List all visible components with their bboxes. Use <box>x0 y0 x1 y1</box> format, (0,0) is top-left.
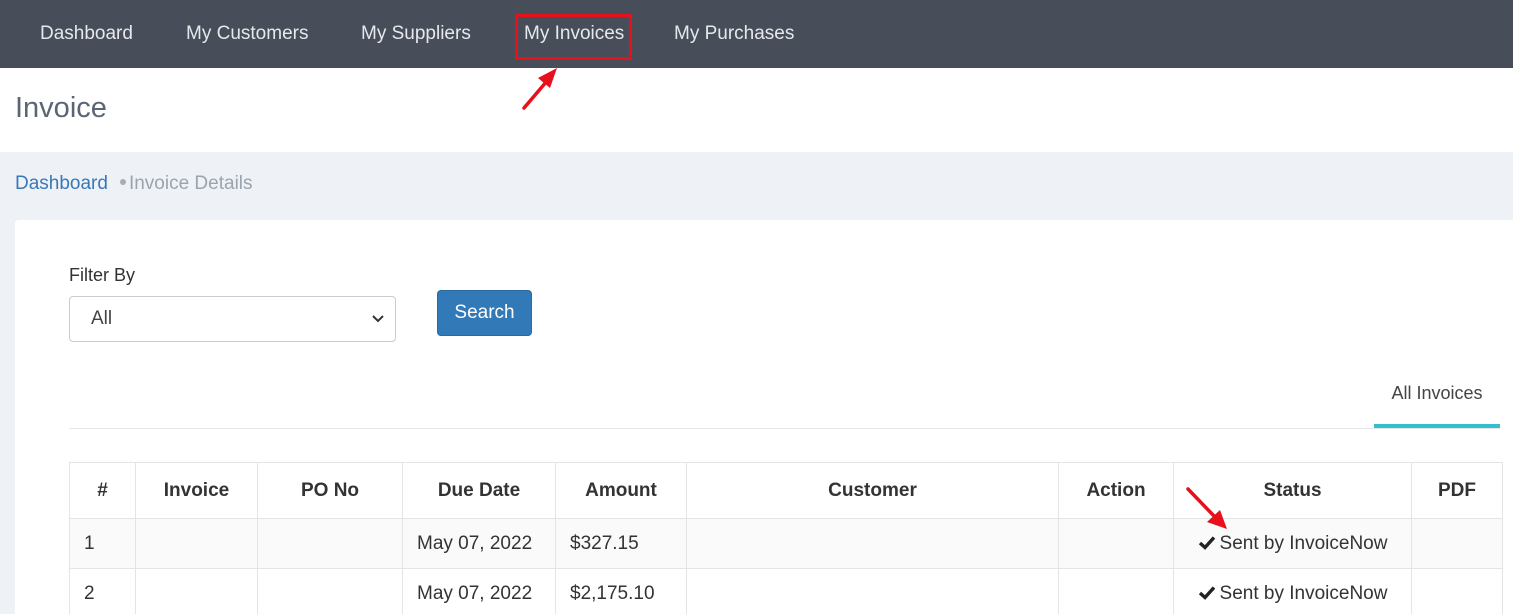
breadcrumb-dashboard-link[interactable]: Dashboard <box>15 173 108 194</box>
pdf-cell[interactable] <box>1411 568 1503 614</box>
nav-item-my-purchases[interactable]: My Purchases <box>674 0 794 68</box>
checkmark-icon <box>1198 533 1216 555</box>
tab-all-invoices[interactable]: All Invoices <box>1374 375 1500 428</box>
column-header-invoice[interactable]: Invoice <box>135 462 258 519</box>
annotation-highlight-box <box>515 14 632 60</box>
search-button[interactable]: Search <box>437 290 532 336</box>
amount-cell: $2,175.10 <box>555 568 687 614</box>
status-text: Sent by InvoiceNow <box>1219 582 1388 604</box>
customer-cell <box>686 518 1059 569</box>
top-navbar: Dashboard My Customers My Suppliers My I… <box>0 0 1513 68</box>
status-cell: Sent by InvoiceNow <box>1173 518 1412 569</box>
table-row[interactable]: 1 May 07, 2022 $327.15 Sent by InvoiceNo… <box>69 518 1503 569</box>
due-date-cell: May 07, 2022 <box>402 518 556 569</box>
customer-cell <box>686 568 1059 614</box>
table-row[interactable]: 2 May 07, 2022 $2,175.10 Sent by Invoice… <box>69 568 1503 614</box>
invoice-cell <box>135 518 258 569</box>
tabs-divider <box>69 428 1500 429</box>
amount-cell: $327.15 <box>555 518 687 569</box>
row-number: 2 <box>69 568 136 614</box>
table-header-row: # Invoice PO No Due Date Amount Customer… <box>69 462 1503 519</box>
breadcrumb-separator-dot <box>119 179 126 186</box>
nav-item-dashboard[interactable]: Dashboard <box>40 0 133 68</box>
filter-by-label: Filter By <box>69 265 136 285</box>
status-text: Sent by InvoiceNow <box>1219 532 1388 554</box>
nav-item-my-suppliers[interactable]: My Suppliers <box>361 0 471 68</box>
row-number: 1 <box>69 518 136 569</box>
breadcrumb-current: Invoice Details <box>128 173 253 194</box>
po-no-cell <box>257 518 403 569</box>
column-header-status[interactable]: Status <box>1173 462 1412 519</box>
po-no-cell <box>257 568 403 614</box>
column-header-due-date[interactable]: Due Date <box>402 462 556 519</box>
due-date-cell: May 07, 2022 <box>402 568 556 614</box>
column-header-amount[interactable]: Amount <box>555 462 687 519</box>
breadcrumb: Dashboard Invoice Details <box>15 173 253 195</box>
status-cell: Sent by InvoiceNow <box>1173 568 1412 614</box>
invoice-cell <box>135 568 258 614</box>
column-header-po-no[interactable]: PO No <box>257 462 403 519</box>
column-header-customer[interactable]: Customer <box>686 462 1059 519</box>
action-cell <box>1058 518 1174 569</box>
page-title: Invoice <box>15 92 107 124</box>
action-cell <box>1058 568 1174 614</box>
tab-all-invoices-label: All Invoices <box>1391 383 1483 403</box>
column-header-number[interactable]: # <box>69 462 136 519</box>
chevron-down-icon <box>371 297 385 341</box>
nav-item-my-customers[interactable]: My Customers <box>186 0 308 68</box>
pdf-cell[interactable] <box>1411 518 1503 569</box>
invoices-table: # Invoice PO No Due Date Amount Customer… <box>69 462 1503 614</box>
filter-select[interactable]: All <box>69 296 396 342</box>
title-band <box>0 68 1513 152</box>
column-header-pdf[interactable]: PDF <box>1411 462 1503 519</box>
checkmark-icon <box>1198 583 1216 605</box>
column-header-action[interactable]: Action <box>1058 462 1174 519</box>
filter-selected-value: All <box>91 308 113 329</box>
